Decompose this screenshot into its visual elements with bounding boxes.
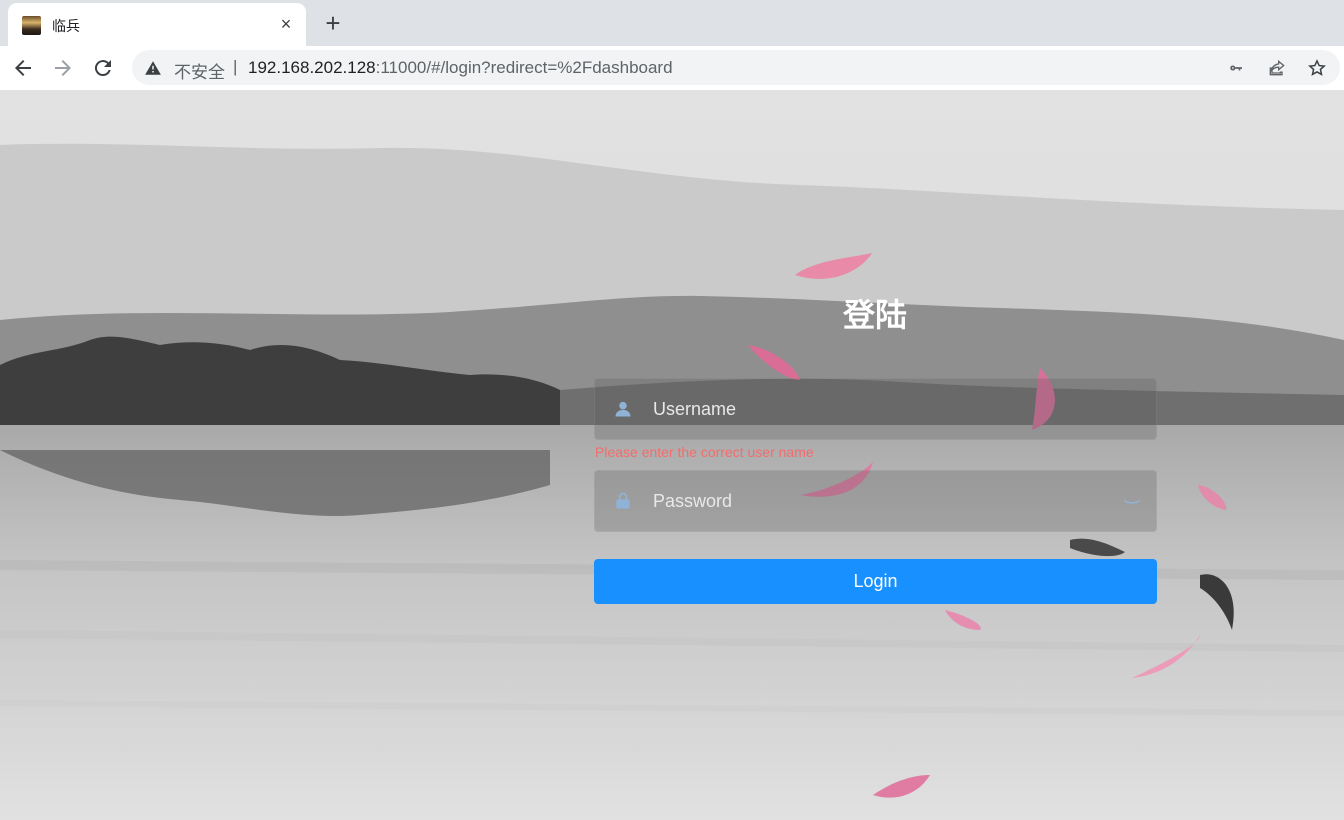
tab-favicon-icon bbox=[22, 16, 41, 35]
key-icon[interactable] bbox=[1227, 58, 1247, 78]
browser-tab[interactable]: 临兵 × bbox=[8, 3, 306, 46]
reload-button[interactable] bbox=[91, 56, 115, 80]
back-button[interactable] bbox=[11, 56, 35, 80]
bookmark-star-icon[interactable] bbox=[1307, 58, 1327, 78]
login-page: 登陆 Username Please enter the correct use… bbox=[0, 90, 1344, 820]
url-text[interactable]: 192.168.202.128:11000/#/login?redirect=%… bbox=[248, 58, 673, 78]
forward-button[interactable] bbox=[51, 56, 75, 80]
username-field[interactable]: Username bbox=[594, 378, 1157, 440]
address-separator: | bbox=[233, 57, 238, 76]
warning-icon bbox=[145, 61, 161, 75]
username-input[interactable]: Username bbox=[653, 399, 736, 420]
security-status[interactable]: 不安全 bbox=[174, 58, 225, 83]
arrow-left-icon bbox=[15, 60, 31, 76]
password-input[interactable]: Password bbox=[653, 491, 732, 512]
username-error-message: Please enter the correct user name bbox=[595, 444, 814, 460]
tab-close-icon[interactable]: × bbox=[276, 14, 296, 34]
eye-closed-icon[interactable] bbox=[1122, 492, 1142, 512]
url-host: 192.168.202.128 bbox=[248, 58, 376, 77]
browser-toolbar: 不安全 | 192.168.202.128:11000/#/login?redi… bbox=[0, 46, 1344, 90]
new-tab-button[interactable]: + bbox=[320, 10, 346, 37]
share-icon[interactable] bbox=[1267, 58, 1287, 78]
user-icon bbox=[615, 401, 631, 417]
tab-title: 临兵 bbox=[52, 18, 80, 34]
url-path: :11000/#/login?redirect=%2Fdashboard bbox=[375, 58, 673, 77]
tab-strip: 临兵 × + bbox=[0, 0, 1344, 46]
login-title: 登陆 bbox=[842, 297, 907, 333]
login-button[interactable]: Login bbox=[594, 559, 1157, 604]
address-bar[interactable]: 不安全 | 192.168.202.128:11000/#/login?redi… bbox=[132, 50, 1340, 85]
password-field[interactable]: Password bbox=[594, 470, 1157, 532]
lock-icon bbox=[616, 492, 630, 509]
arrow-right-icon bbox=[55, 60, 71, 76]
login-form: Username Please enter the correct user n… bbox=[594, 378, 1157, 604]
reload-icon bbox=[94, 60, 111, 77]
